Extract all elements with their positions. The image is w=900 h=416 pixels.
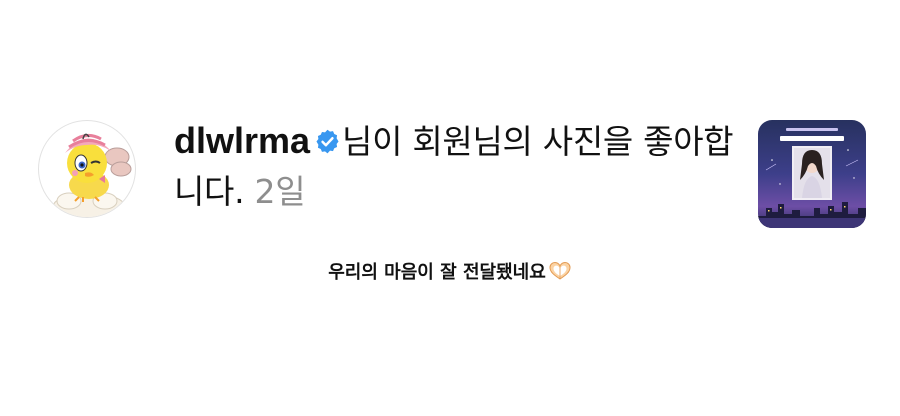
tweety-bird-avatar (52, 133, 132, 217)
caption-text: 우리의 마음이 잘 전달됐네요 (328, 262, 546, 283)
notification-time: 2일 (254, 172, 306, 211)
liked-photo-thumbnail[interactable] (758, 120, 866, 228)
verified-badge-icon (314, 128, 341, 155)
avatar[interactable] (38, 120, 136, 218)
caption: 우리의 마음이 잘 전달됐네요 (0, 258, 900, 288)
notification-text: dlwlrma 님이 회원님의 사진을 좋아합니다. 2일 (174, 116, 734, 217)
username-link[interactable]: dlwlrma (174, 120, 310, 161)
heart-hands-icon (548, 261, 572, 281)
